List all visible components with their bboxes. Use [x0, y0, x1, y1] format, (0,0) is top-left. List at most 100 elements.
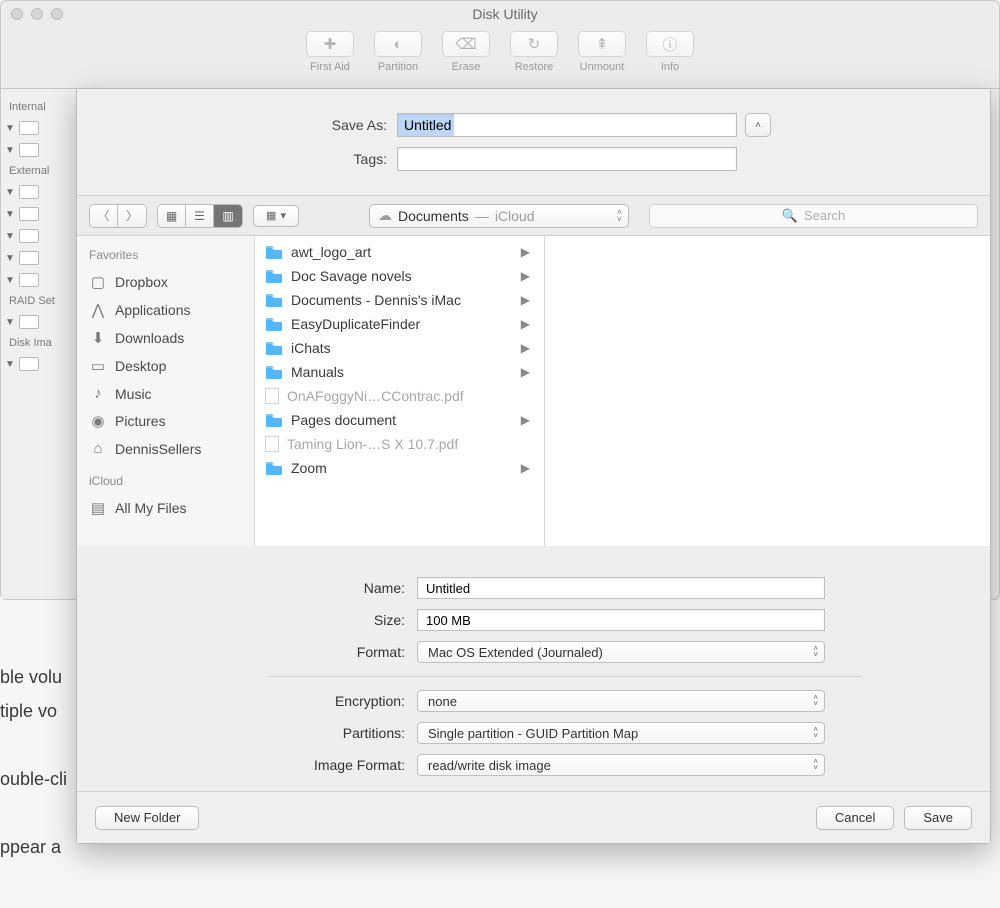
allfiles-icon: ▤ [89, 499, 107, 517]
window-controls[interactable] [11, 8, 63, 20]
tags-input[interactable] [397, 147, 737, 171]
sidebar-favorites: Favorites▢Dropbox⋀Applications ⬇ Downloads… [77, 236, 255, 546]
toolbar-erase[interactable]: ⌫Erase [436, 31, 496, 73]
file-row[interactable]: Doc Savage novels ▶ [255, 264, 544, 288]
sidebar-disk-item[interactable]: ▼ [1, 139, 76, 161]
file-name: Doc Savage novels [291, 268, 412, 284]
cancel-button[interactable]: Cancel [816, 806, 894, 830]
disclosure-icon: ▼ [5, 275, 15, 286]
sidebar-disk-item[interactable]: ▼ [1, 203, 76, 225]
toolbar: ✚First Aid◐Partition⌫Erase↻Restore⇞Unmou… [1, 27, 999, 89]
partitions-label: Partitions: [137, 725, 417, 741]
file-name: awt_logo_art [291, 244, 371, 260]
file-row[interactable]: OnAFoggyNi…CContrac.pdf [255, 384, 544, 408]
encryption-select[interactable]: none ˄˅ [417, 690, 825, 712]
back-button[interactable]: 〈 [90, 205, 118, 227]
sidebar-disk-item[interactable]: ▼ [1, 225, 76, 247]
file-row[interactable]: Pages document▶ [255, 408, 544, 432]
chevron-right-icon: ▶ [521, 461, 534, 475]
file-row[interactable]: Manuals▶ [255, 360, 544, 384]
partition-icon: ◐ [374, 31, 422, 57]
sidebar-item-dennissellers[interactable]: ⌂DennisSellers [77, 435, 254, 462]
name-input[interactable] [417, 577, 825, 599]
chevron-right-icon: 〉 [126, 207, 138, 224]
size-input[interactable] [417, 609, 825, 631]
toolbar-partition[interactable]: ◐Partition [368, 31, 428, 73]
file-name: OnAFoggyNi…CContrac.pdf [287, 388, 464, 404]
arrange-icon: ▦ [266, 209, 276, 222]
sidebar-disk-item[interactable]: ▼ [1, 311, 76, 333]
disclosure-icon: ▼ [5, 359, 15, 370]
downloads-icon: ⬇ [89, 329, 107, 347]
sidebar-item-applications[interactable]: ⋀Applications [77, 296, 254, 324]
column-view-button[interactable]: ▥ [214, 205, 242, 227]
nav-buttons: 〈 〉 [89, 204, 147, 228]
chevron-right-icon: ▶ [521, 269, 534, 283]
sidebar-section: RAID Set [1, 291, 76, 311]
file-browser: Favorites▢Dropbox⋀Applications ⬇ Downloads… [77, 236, 990, 546]
favorites-header: Favorites [77, 246, 254, 268]
folder-icon [265, 341, 283, 355]
collapse-expand-button[interactable]: ˄ [745, 113, 771, 137]
image-format-label: Image Format: [137, 757, 417, 773]
sidebar-item-music[interactable]: ♪Music [77, 380, 254, 407]
disk-icon [19, 143, 39, 157]
list-view-button[interactable]: ☰ [186, 205, 214, 227]
sidebar-item-desktop[interactable]: ▭Desktop [77, 352, 254, 380]
sidebar-section: Disk Ima [1, 333, 76, 353]
sidebar-item-downloads[interactable]: ⬇ Downloads [77, 324, 254, 352]
file-row[interactable]: Documents - Dennis's iMac▶ [255, 288, 544, 312]
sidebar-item-label: Applications [115, 302, 191, 318]
location-popup[interactable]: ☁ Documents — iCloud ˄˅ [369, 204, 629, 228]
chevron-up-icon: ˄ [755, 120, 761, 131]
toolbar-restore[interactable]: ↻Restore [504, 31, 564, 73]
folder-icon [265, 269, 283, 283]
file-name: EasyDuplicateFinder [291, 316, 420, 332]
disk-icon [19, 207, 39, 221]
file-detail-column [545, 236, 990, 546]
sidebar-disk-item[interactable]: ▼ [1, 269, 76, 291]
image-format-select[interactable]: read/write disk image ˄˅ [417, 754, 825, 776]
disk-icon [19, 357, 39, 371]
sidebar-disk-item[interactable]: ▼ [1, 117, 76, 139]
new-folder-button[interactable]: New Folder [95, 806, 199, 830]
file-name: Documents - Dennis's iMac [291, 292, 461, 308]
file-row[interactable]: Taming Lion-…S X 10.7.pdf [255, 432, 544, 456]
document-icon [265, 436, 279, 452]
sidebar-item-all-my-files[interactable]: ▤All My Files [77, 494, 254, 522]
toolbar-info[interactable]: ⓘInfo [640, 31, 700, 73]
titlebar: Disk Utility [1, 1, 999, 27]
minimize-icon[interactable] [31, 8, 43, 20]
format-select[interactable]: Mac OS Extended (Journaled) ˄˅ [417, 641, 825, 663]
close-icon[interactable] [11, 8, 23, 20]
save-as-input[interactable] [397, 113, 737, 137]
sidebar-item-dropbox[interactable]: ▢Dropbox [77, 268, 254, 296]
save-button[interactable]: Save [904, 806, 972, 830]
forward-button[interactable]: 〉 [118, 205, 146, 227]
chevron-right-icon: ▶ [521, 317, 534, 331]
partitions-select[interactable]: Single partition - GUID Partition Map ˄˅ [417, 722, 825, 744]
toolbar-unmount[interactable]: ⇞Unmount [572, 31, 632, 73]
location-folder: Documents [398, 208, 469, 224]
zoom-icon[interactable] [51, 8, 63, 20]
file-row[interactable]: EasyDuplicateFinder ▶ [255, 312, 544, 336]
folder-icon [265, 317, 283, 331]
arrange-button[interactable]: ▦ ▾ [253, 205, 299, 227]
sidebar-disk-item[interactable]: ▼ [1, 181, 76, 203]
sidebar-item-pictures[interactable]: ◉Pictures [77, 407, 254, 435]
sidebar-item-label: Dropbox [115, 274, 168, 290]
sidebar-disk-item[interactable]: ▼ [1, 353, 76, 375]
restore-icon: ↻ [510, 31, 558, 57]
toolbar-first-aid[interactable]: ✚First Aid [300, 31, 360, 73]
search-input[interactable]: 🔍 Search [649, 204, 978, 228]
sidebar-disk-item[interactable]: ▼ [1, 247, 76, 269]
disclosure-icon: ▼ [5, 231, 15, 242]
disclosure-icon: ▼ [5, 145, 15, 156]
file-row[interactable]: iChats▶ [255, 336, 544, 360]
sidebar-item-label: Downloads [115, 330, 184, 346]
file-row[interactable]: Zoom▶ [255, 456, 544, 480]
icon-view-button[interactable]: ▦ [158, 205, 186, 227]
sheet-header: Save As: ˄ Tags: [77, 89, 990, 196]
file-row[interactable]: awt_logo_art▶ [255, 240, 544, 264]
icloud-header: iCloud [77, 472, 254, 494]
